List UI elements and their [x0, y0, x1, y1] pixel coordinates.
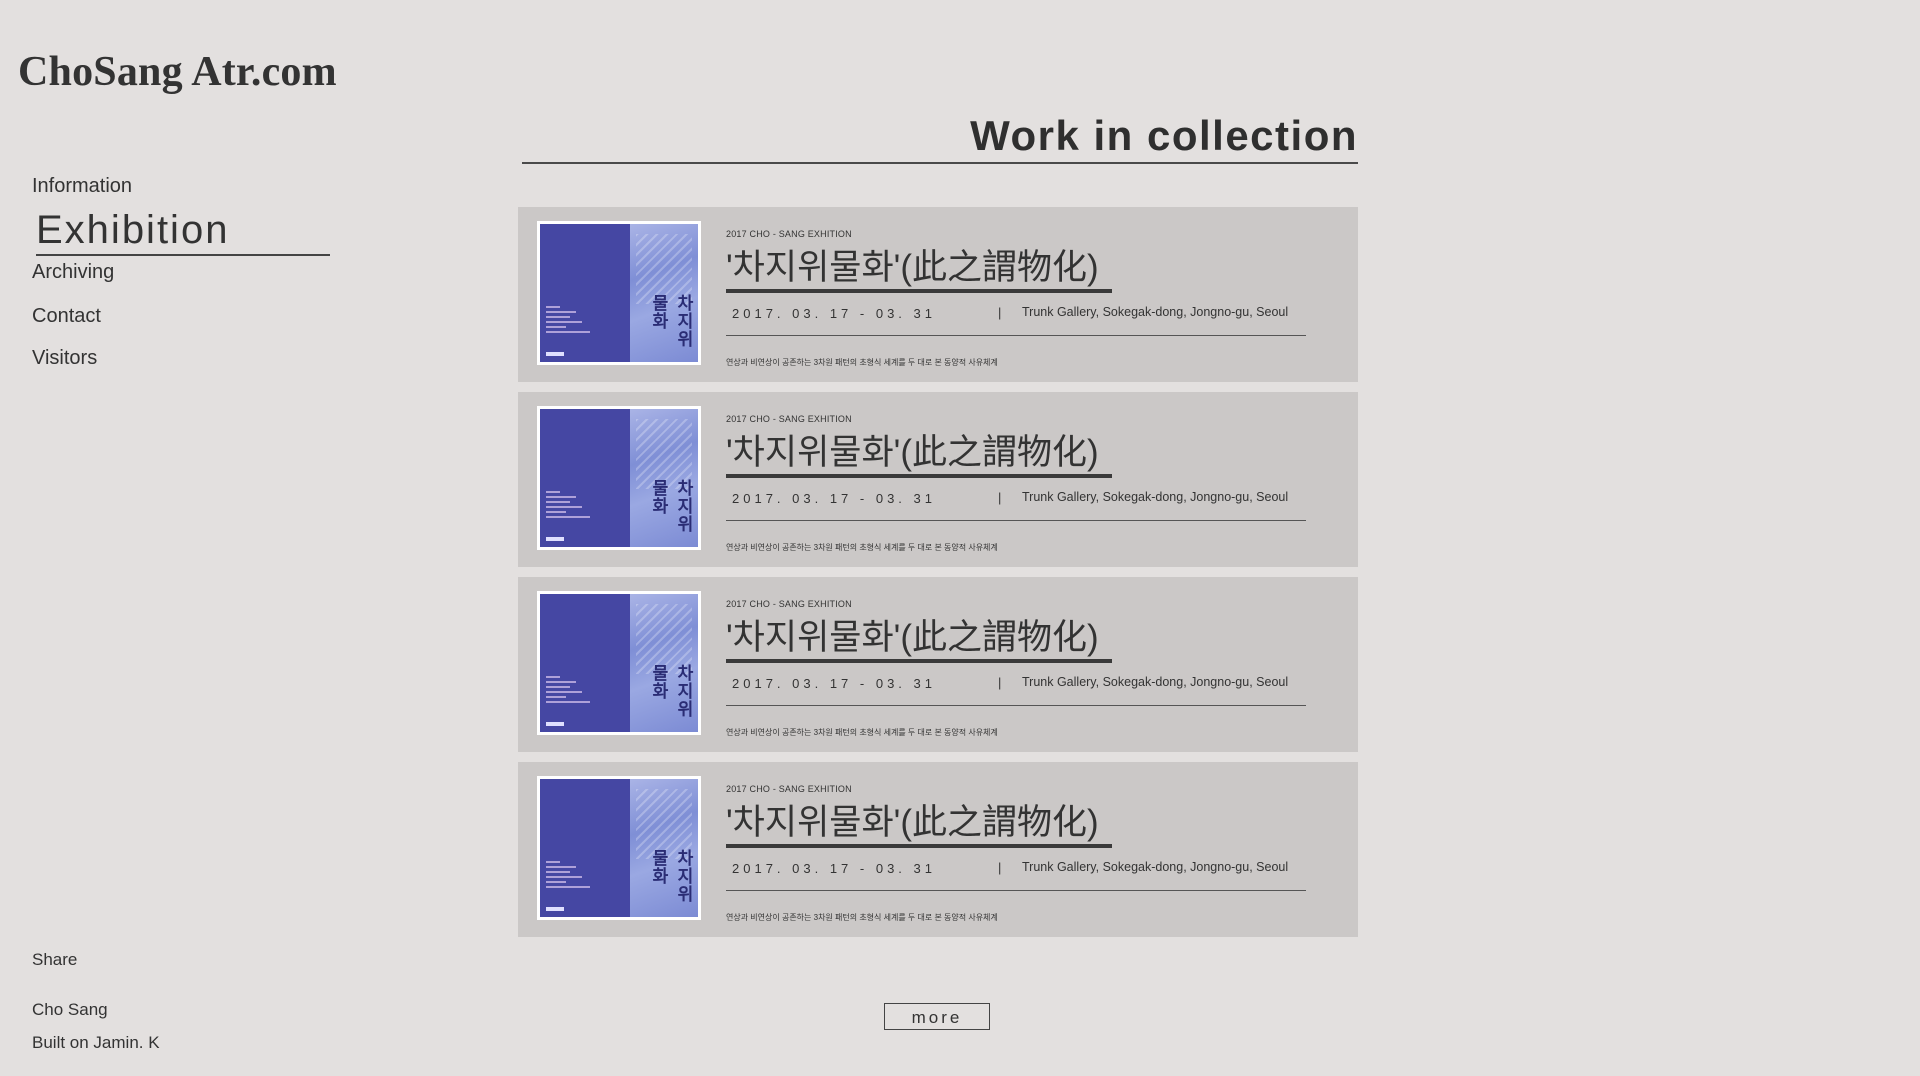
card-date: 2017. 03. 17 - 03. 31 — [732, 306, 936, 321]
nav-item-contact[interactable]: Contact — [32, 305, 101, 328]
card-description: 연상과 비연상이 공존하는 3차원 패턴의 초형식 세계를 두 대로 본 동양적… — [726, 358, 998, 367]
card-title[interactable]: '차지위물화'(此之謂物化) — [726, 617, 1112, 663]
card-description: 연상과 비연상이 공존하는 3차원 패턴의 초형식 세계를 두 대로 본 동양적… — [726, 728, 998, 737]
exhibition-poster: 차지위물화 — [537, 221, 701, 365]
card-separator: | — [998, 490, 1002, 505]
more-button[interactable]: more — [884, 1003, 990, 1030]
exhibition-card[interactable]: 차지위물화 2017 CHO - SANG EXHITION '차지위물화'(此… — [518, 392, 1358, 567]
card-divider — [726, 705, 1306, 706]
nav-item-exhibition[interactable]: Exhibition — [36, 206, 330, 256]
card-date: 2017. 03. 17 - 03. 31 — [732, 861, 936, 876]
nav-item-archiving[interactable]: Archiving — [32, 261, 114, 284]
card-date: 2017. 03. 17 - 03. 31 — [732, 491, 936, 506]
card-date: 2017. 03. 17 - 03. 31 — [732, 676, 936, 691]
exhibition-poster: 차지위물화 — [537, 776, 701, 920]
card-divider — [726, 335, 1306, 336]
exhibition-card[interactable]: 차지위물화 2017 CHO - SANG EXHITION '차지위물화'(此… — [518, 762, 1358, 937]
card-kicker: 2017 CHO - SANG EXHITION — [726, 784, 852, 794]
page-title: Work in collection — [522, 110, 1358, 164]
exhibition-card[interactable]: 차지위물화 2017 CHO - SANG EXHITION '차지위물화'(此… — [518, 207, 1358, 382]
card-title[interactable]: '차지위물화'(此之謂物化) — [726, 247, 1112, 293]
card-separator: | — [998, 860, 1002, 875]
built-on-credit: Built on Jamin. K — [32, 1033, 160, 1052]
card-description: 연상과 비연상이 공존하는 3차원 패턴의 초형식 세계를 두 대로 본 동양적… — [726, 913, 998, 922]
card-divider — [726, 890, 1306, 891]
card-title[interactable]: '차지위물화'(此之謂物化) — [726, 432, 1112, 478]
card-separator: | — [998, 305, 1002, 320]
card-kicker: 2017 CHO - SANG EXHITION — [726, 229, 852, 239]
card-kicker: 2017 CHO - SANG EXHITION — [726, 599, 852, 609]
poster-title-text: 차지위물화 — [649, 664, 693, 718]
author-name: Cho Sang — [32, 1000, 108, 1019]
card-venue: Trunk Gallery, Sokegak-dong, Jongno-gu, … — [1022, 860, 1289, 874]
card-separator: | — [998, 675, 1002, 690]
exhibition-card[interactable]: 차지위물화 2017 CHO - SANG EXHITION '차지위물화'(此… — [518, 577, 1358, 752]
share-link[interactable]: Share — [32, 950, 77, 970]
card-venue: Trunk Gallery, Sokegak-dong, Jongno-gu, … — [1022, 675, 1289, 689]
poster-title-text: 차지위물화 — [649, 479, 693, 533]
card-title[interactable]: '차지위물화'(此之謂物化) — [726, 802, 1112, 848]
card-venue: Trunk Gallery, Sokegak-dong, Jongno-gu, … — [1022, 305, 1289, 319]
poster-title-text: 차지위물화 — [649, 294, 693, 348]
nav-item-information[interactable]: Information — [32, 175, 132, 198]
site-logo[interactable]: ChoSang Atr.com — [18, 48, 337, 96]
exhibition-poster: 차지위물화 — [537, 406, 701, 550]
card-venue: Trunk Gallery, Sokegak-dong, Jongno-gu, … — [1022, 490, 1289, 504]
poster-title-text: 차지위물화 — [649, 849, 693, 903]
nav-item-visitors[interactable]: Visitors — [32, 347, 97, 370]
exhibition-poster: 차지위물화 — [537, 591, 701, 735]
card-description: 연상과 비연상이 공존하는 3차원 패턴의 초형식 세계를 두 대로 본 동양적… — [726, 543, 998, 552]
card-kicker: 2017 CHO - SANG EXHITION — [726, 414, 852, 424]
card-divider — [726, 520, 1306, 521]
